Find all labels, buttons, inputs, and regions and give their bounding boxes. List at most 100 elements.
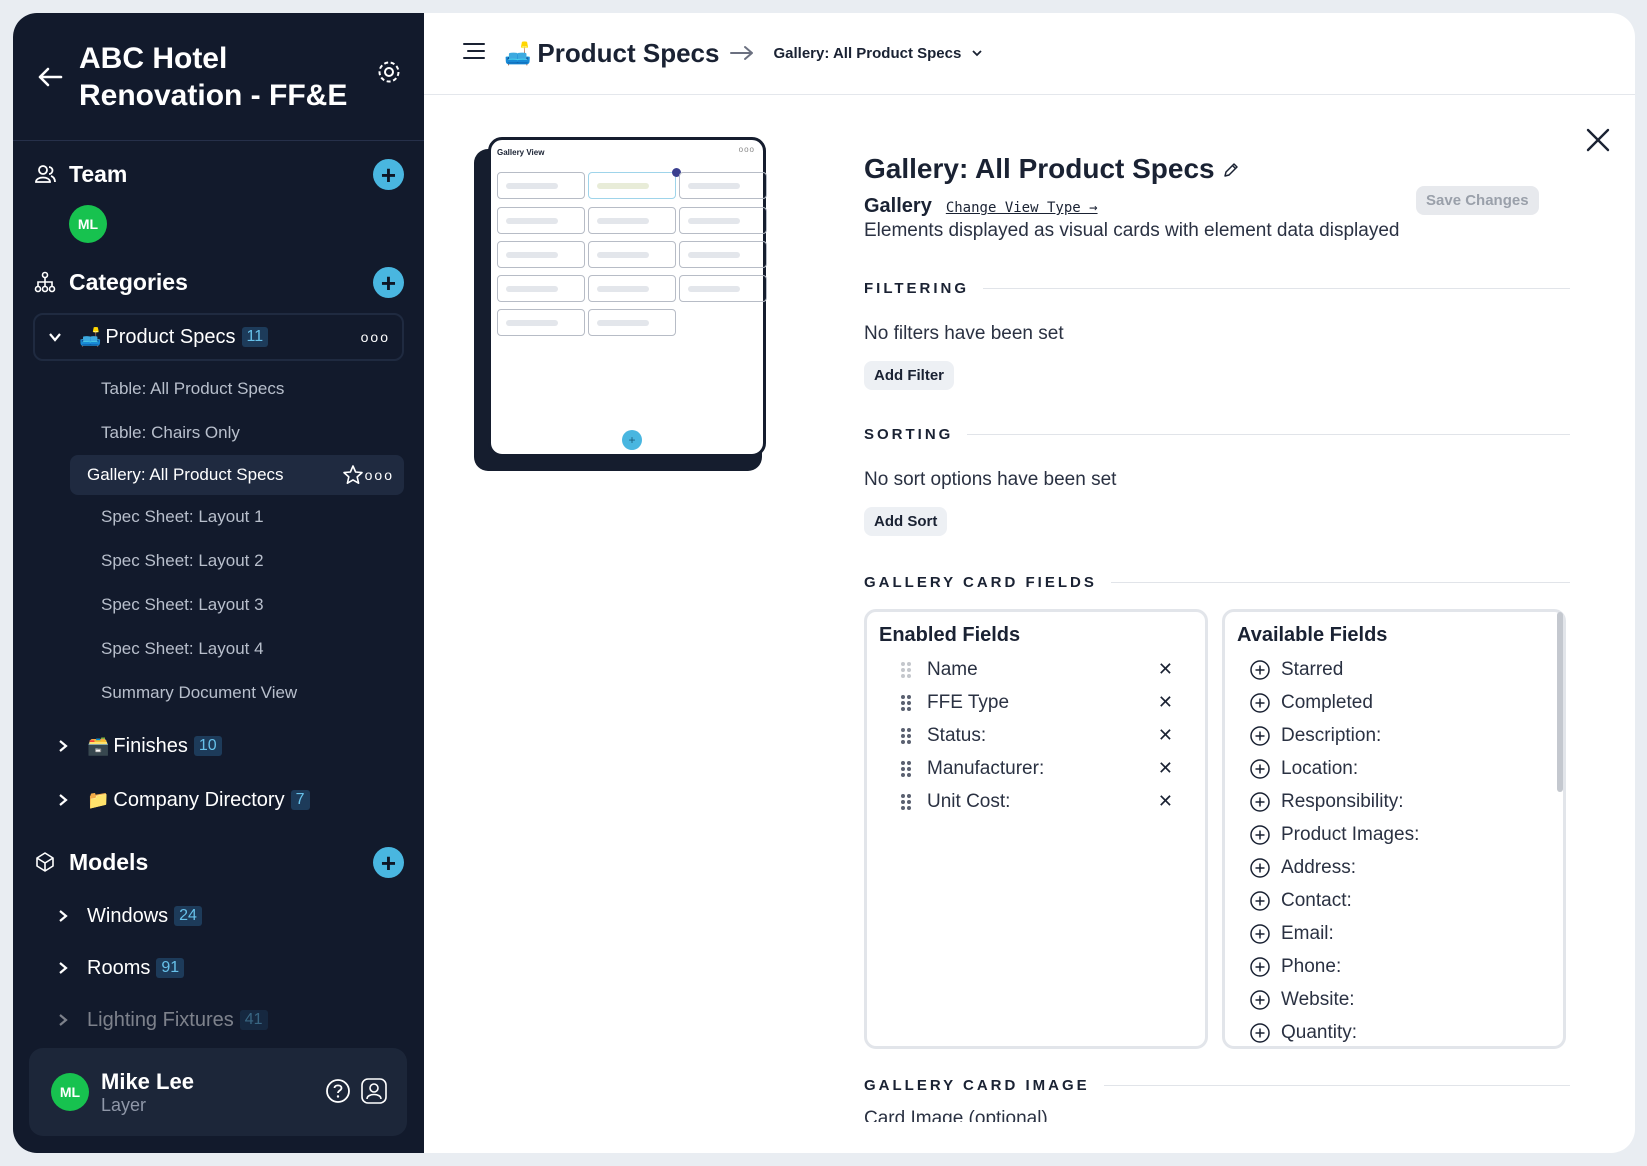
add-field-icon[interactable]: [1249, 692, 1271, 714]
view-item[interactable]: Spec Sheet: Layout 4: [13, 627, 424, 671]
available-field-row[interactable]: Address:: [1237, 851, 1551, 884]
available-fields-title: Available Fields: [1237, 624, 1388, 646]
view-item[interactable]: Table: All Product Specs: [13, 367, 424, 411]
model-item-windows[interactable]: Windows 24: [53, 891, 424, 941]
view-item[interactable]: Summary Document View: [13, 671, 424, 715]
help-icon[interactable]: [325, 1078, 351, 1109]
available-field-row[interactable]: Completed: [1237, 686, 1551, 719]
add-field-icon[interactable]: [1249, 659, 1271, 681]
model-label: Lighting Fixtures: [87, 1008, 234, 1031]
chevron-right-icon[interactable]: [53, 958, 73, 978]
add-field-icon[interactable]: [1249, 989, 1271, 1011]
available-fields-scrollbar[interactable]: [1557, 612, 1563, 792]
drag-handle-icon[interactable]: [895, 660, 917, 680]
pencil-icon[interactable]: [1223, 153, 1239, 185]
close-icon[interactable]: [1583, 125, 1613, 155]
add-field-icon[interactable]: [1249, 824, 1271, 846]
add-filter-button[interactable]: Add Filter: [864, 361, 954, 390]
view-item[interactable]: Table: Chairs Only: [13, 411, 424, 455]
remove-field-icon[interactable]: ✕: [1158, 659, 1173, 680]
team-section-header: Team +: [13, 149, 424, 199]
available-fields-box: Available Fields Starred Completed Descrip…: [1222, 609, 1566, 1049]
enabled-fields-list: Name ✕ FFE Type ✕ Status: ✕ Manufacturer: ✕ Unit…: [879, 653, 1193, 818]
user-org: Layer: [101, 1094, 147, 1115]
more-icon[interactable]: ooo: [365, 467, 394, 483]
breadcrumb-category[interactable]: 🛋️ Product Specs: [504, 38, 755, 69]
more-icon[interactable]: ooo: [361, 329, 390, 345]
available-field-row[interactable]: Phone:: [1237, 950, 1551, 983]
view-settings: Gallery: All Product Specs Gallery Chang…: [864, 153, 1570, 1122]
available-field-row[interactable]: Location:: [1237, 752, 1551, 785]
back-arrow-icon[interactable]: [33, 60, 67, 94]
available-field-row[interactable]: Quantity:: [1237, 1016, 1551, 1049]
user-avatar[interactable]: ML: [51, 1073, 89, 1111]
drag-handle-icon[interactable]: [895, 792, 917, 812]
available-field-label: Website:: [1281, 988, 1355, 1010]
chevron-right-icon[interactable]: [53, 906, 73, 926]
category-product-specs[interactable]: 🛋️ Product Specs 11 ooo: [33, 313, 404, 361]
breadcrumb-view-dropdown[interactable]: Gallery: All Product Specs: [773, 45, 983, 62]
add-field-icon[interactable]: [1249, 1022, 1271, 1044]
user-card: ML Mike Lee Layer: [29, 1048, 407, 1136]
enabled-field-row[interactable]: Status: ✕: [879, 719, 1193, 752]
chevron-down-icon: [971, 45, 983, 62]
profile-icon[interactable]: [361, 1078, 387, 1109]
add-field-icon[interactable]: [1249, 956, 1271, 978]
view-item[interactable]: Spec Sheet: Layout 3: [13, 583, 424, 627]
model-item-rooms[interactable]: Rooms 91: [53, 943, 424, 993]
available-field-row[interactable]: Product Images:: [1237, 818, 1551, 851]
add-field-icon[interactable]: [1249, 923, 1271, 945]
add-sort-button[interactable]: Add Sort: [864, 507, 948, 536]
menu-icon[interactable]: [462, 41, 486, 66]
chevron-right-icon[interactable]: [53, 736, 73, 756]
enabled-field-label: Status:: [927, 724, 987, 746]
remove-field-icon[interactable]: ✕: [1158, 791, 1173, 812]
drag-handle-icon[interactable]: [895, 726, 917, 746]
available-field-row[interactable]: Description:: [1237, 719, 1551, 752]
available-field-label: Completed: [1281, 691, 1373, 713]
drag-handle-icon[interactable]: [895, 693, 917, 713]
enabled-fields-title: Enabled Fields: [879, 624, 1021, 646]
add-category-button[interactable]: +: [373, 267, 404, 298]
available-field-row[interactable]: Responsibility:: [1237, 785, 1551, 818]
chevron-down-icon[interactable]: [45, 327, 65, 347]
available-field-row[interactable]: Contact:: [1237, 884, 1551, 917]
category-finishes[interactable]: 🗃️ Finishes 10: [53, 721, 424, 771]
available-field-label: Email:: [1281, 922, 1334, 944]
card-box-icon: 🗃️: [87, 735, 110, 756]
enabled-field-row[interactable]: Unit Cost: ✕: [879, 785, 1193, 818]
enabled-field-row[interactable]: Manufacturer: ✕: [879, 752, 1193, 785]
category-company-directory[interactable]: 📁 Company Directory 7: [53, 775, 424, 825]
add-field-icon[interactable]: [1249, 725, 1271, 747]
enabled-field-row[interactable]: Name ✕: [879, 653, 1193, 686]
remove-field-icon[interactable]: ✕: [1158, 692, 1173, 713]
category-label: Finishes: [113, 734, 188, 757]
add-model-button[interactable]: +: [373, 847, 404, 878]
enabled-field-label: Manufacturer:: [927, 757, 1045, 779]
available-field-row[interactable]: Starred: [1237, 653, 1551, 686]
add-field-icon[interactable]: [1249, 758, 1271, 780]
change-view-type-link[interactable]: Change View Type →: [946, 200, 1098, 216]
view-item[interactable]: Spec Sheet: Layout 2: [13, 539, 424, 583]
available-field-row[interactable]: Website:: [1237, 983, 1551, 1016]
remove-field-icon[interactable]: ✕: [1158, 725, 1173, 746]
enabled-field-row[interactable]: FFE Type ✕: [879, 686, 1193, 719]
chevron-right-icon[interactable]: [53, 790, 73, 810]
view-item[interactable]: Spec Sheet: Layout 1: [13, 495, 424, 539]
add-team-member-button[interactable]: +: [373, 159, 404, 190]
available-field-row[interactable]: Email:: [1237, 917, 1551, 950]
add-field-icon[interactable]: [1249, 791, 1271, 813]
add-field-icon[interactable]: [1249, 890, 1271, 912]
gear-icon[interactable]: [374, 57, 404, 87]
card-image-sub-label: Card Image (optional): [864, 1108, 1048, 1122]
chevron-right-icon[interactable]: [53, 1010, 73, 1030]
view-item-active[interactable]: Gallery: All Product Specs ooo: [70, 455, 404, 495]
sidebar: ABC Hotel Renovation - FF&E Team + ML Ca…: [13, 13, 424, 1153]
team-member-avatar[interactable]: ML: [69, 205, 107, 243]
count-badge: 91: [156, 958, 185, 978]
model-item-lighting-fixtures[interactable]: Lighting Fixtures 41: [53, 995, 424, 1045]
add-field-icon[interactable]: [1249, 857, 1271, 879]
drag-handle-icon[interactable]: [895, 759, 917, 779]
remove-field-icon[interactable]: ✕: [1158, 758, 1173, 779]
star-icon[interactable]: [342, 464, 364, 491]
